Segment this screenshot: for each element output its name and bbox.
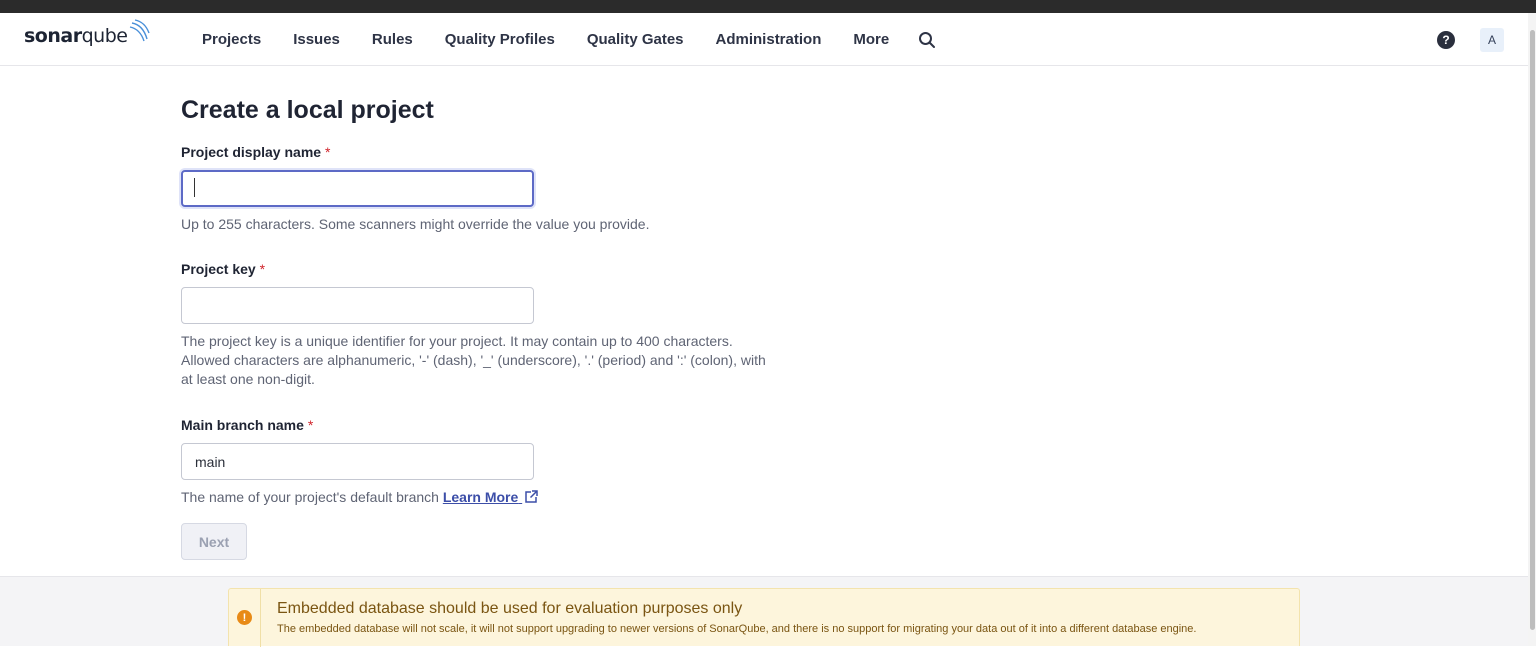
project-key-label: Project key *: [181, 261, 265, 277]
nav-administration[interactable]: Administration: [700, 13, 838, 66]
avatar[interactable]: A: [1480, 28, 1504, 52]
logo-bold-text: sonar: [24, 25, 82, 47]
text-caret: [194, 178, 195, 197]
main-nav: Projects Issues Rules Quality Profiles Q…: [186, 13, 939, 66]
logo-light-text: qube: [81, 25, 128, 47]
main-branch-label-text: Main branch name: [181, 417, 304, 433]
project-display-name-input[interactable]: [181, 170, 534, 207]
project-key-input[interactable]: [181, 287, 534, 324]
learn-more-label: Learn More: [442, 489, 519, 505]
nav-issues[interactable]: Issues: [277, 13, 356, 66]
nav-quality-gates[interactable]: Quality Gates: [571, 13, 700, 66]
required-mark: *: [307, 417, 314, 433]
top-navbar: sonar qube Projects Issues Rules Quality …: [0, 13, 1536, 66]
nav-more[interactable]: More: [837, 13, 905, 66]
nav-rules[interactable]: Rules: [356, 13, 429, 66]
display-name-label-text: Project display name: [181, 144, 322, 160]
nav-quality-profiles[interactable]: Quality Profiles: [429, 13, 571, 66]
required-mark: *: [259, 261, 266, 277]
main-branch-input[interactable]: [181, 443, 534, 480]
browser-top-strip: [0, 0, 1536, 13]
learn-more-link[interactable]: Learn More: [443, 489, 538, 505]
embedded-db-warning: ! Embedded database should be used for e…: [228, 588, 1300, 647]
external-link-icon: [525, 490, 538, 503]
display-name-label: Project display name *: [181, 144, 330, 160]
main-branch-help-text: The name of your project's default branc…: [181, 489, 439, 505]
main-branch-label: Main branch name *: [181, 417, 313, 433]
search-icon[interactable]: [915, 28, 939, 52]
project-key-help: The project key is a unique identifier f…: [181, 333, 766, 387]
page-title: Create a local project: [181, 96, 434, 124]
project-key-label-text: Project key: [181, 261, 256, 277]
sonarqube-logo[interactable]: sonar qube: [24, 19, 151, 55]
warning-title: Embedded database should be used for eva…: [277, 600, 743, 617]
warning-text: The embedded database will not scale, it…: [277, 623, 1197, 635]
next-button[interactable]: Next: [181, 523, 247, 560]
sonar-waves-icon: [130, 19, 151, 42]
main-branch-help: The name of your project's default branc…: [181, 488, 771, 507]
nav-projects[interactable]: Projects: [186, 13, 277, 66]
warning-icon: !: [237, 610, 252, 625]
warning-icon-column: !: [229, 589, 261, 647]
display-name-help: Up to 255 characters. Some scanners migh…: [181, 216, 650, 232]
required-mark: *: [324, 144, 331, 160]
help-icon[interactable]: ?: [1437, 31, 1455, 49]
scrollbar-thumb[interactable]: [1530, 30, 1535, 630]
